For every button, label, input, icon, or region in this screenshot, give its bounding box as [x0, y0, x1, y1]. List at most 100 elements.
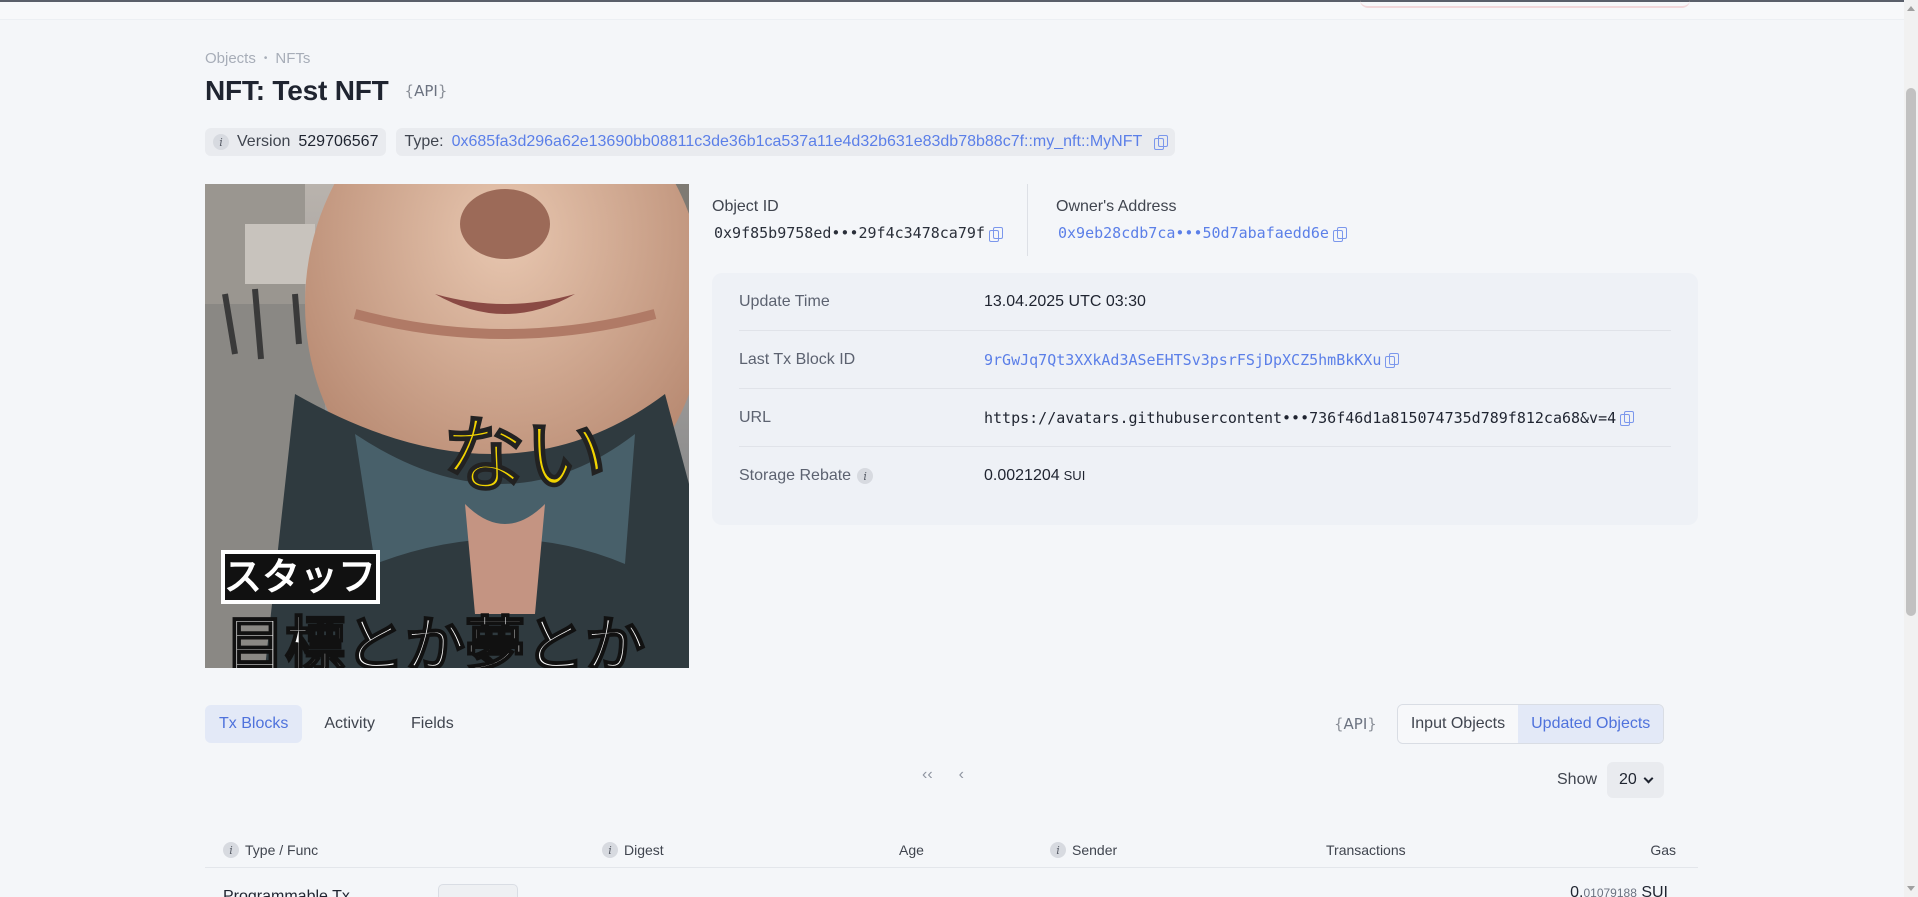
first-page-icon[interactable]: ‹‹ — [922, 766, 933, 784]
tabs: Tx Blocks Activity Fields — [205, 705, 468, 743]
title-row: NFT: Test NFT {API} — [205, 75, 447, 107]
object-summary: Object ID 0x9f85b9758ed•••29f4c3478ca79f… — [712, 184, 1347, 256]
info-icon[interactable]: i — [857, 468, 874, 484]
nft-image: ない スタッフ 目標とか夢とか — [205, 184, 689, 668]
storage-rebate-value: 0.0021204 — [984, 467, 1060, 484]
column-digest: i Digest — [602, 842, 664, 858]
row-gas: 0.01079188 SUI — [1570, 884, 1668, 897]
breadcrumb-nfts[interactable]: NFTs — [275, 50, 310, 67]
api-label: API — [1343, 715, 1368, 733]
chevron-down-icon — [1643, 773, 1654, 783]
copy-icon[interactable] — [1620, 411, 1635, 426]
detail-value: 0.0021204 SUI — [984, 467, 1085, 485]
url-value: https://avatars.githubusercontent•••736f… — [984, 408, 1617, 427]
copy-icon[interactable] — [1154, 135, 1169, 150]
nft-image-graphic: ない スタッフ 目標とか夢とか — [205, 184, 689, 668]
object-id-label: Object ID — [712, 198, 779, 215]
page-size-control: Show 20 — [1557, 762, 1664, 798]
owner-address-text[interactable]: 0x9eb28cdb7ca•••50d7abafaedd6e — [1058, 224, 1329, 242]
header-accent-bar — [1360, 0, 1690, 8]
image-caption-box: スタッフ — [224, 555, 376, 599]
breadcrumb: Objects • NFTs — [205, 50, 310, 67]
tab-fields[interactable]: Fields — [397, 705, 468, 743]
detail-label: Update Time — [739, 292, 830, 310]
page-title: NFT: Test NFT — [205, 75, 389, 106]
column-label: Gas — [1650, 842, 1676, 858]
row-gas-frac: 01079188 — [1583, 886, 1637, 897]
info-icon[interactable]: i — [1050, 842, 1066, 858]
column-sender: i Sender — [1050, 842, 1117, 858]
scroll-down-arrow-icon[interactable] — [1907, 886, 1915, 891]
column-age: Age — [899, 842, 924, 858]
copy-icon[interactable] — [1385, 353, 1400, 368]
object-id-cell: Object ID 0x9f85b9758ed•••29f4c3478ca79f — [712, 184, 1028, 256]
detail-value: https://avatars.githubusercontent•••736f… — [984, 408, 1635, 427]
owner-label: Owner's Address — [1056, 198, 1177, 215]
copy-icon[interactable] — [1332, 226, 1347, 242]
column-gas: Gas — [1650, 842, 1676, 858]
detail-row-url: URL https://avatars.githubusercontent•••… — [739, 389, 1671, 447]
last-tx-block-id[interactable]: 9rGwJq7Qt3XXkAd3ASeEHTSv3psrFSjDpXCZ5hmB… — [984, 351, 1381, 369]
table-row[interactable]: Programmable Tx 0.01079188 SUI — [205, 868, 1698, 897]
objects-toggle: Input Objects Updated Objects — [1396, 704, 1665, 744]
info-icon[interactable]: i — [213, 134, 229, 150]
right-controls: {API} Input Objects Updated Objects — [1334, 704, 1665, 744]
column-label: Age — [899, 842, 924, 858]
row-gas-unit: SUI — [1641, 884, 1668, 897]
version-label: Version — [237, 133, 291, 150]
table-header: i Type / Func i Digest Age i Sender Transac… — [205, 828, 1698, 868]
api-label: API — [414, 82, 438, 100]
breadcrumb-objects[interactable]: Objects — [205, 50, 256, 67]
info-icon[interactable]: i — [223, 842, 239, 858]
object-id-text: 0x9f85b9758ed•••29f4c3478ca79f — [714, 224, 985, 242]
version-value: 529706567 — [298, 133, 379, 150]
page-size-value: 20 — [1619, 771, 1637, 788]
meta-row: i Version 529706567 Type: 0x685fa3d296a6… — [205, 128, 1176, 156]
info-icon[interactable]: i — [602, 842, 618, 858]
scroll-up-arrow-icon[interactable] — [1907, 6, 1915, 11]
tab-activity[interactable]: Activity — [310, 705, 389, 743]
owner-address[interactable]: 0x9eb28cdb7ca•••50d7abafaedd6e — [1056, 224, 1347, 242]
toggle-input-objects[interactable]: Input Objects — [1397, 705, 1519, 743]
column-label: Sender — [1072, 842, 1118, 858]
show-label: Show — [1557, 771, 1598, 788]
type-label: Type: — [404, 133, 444, 150]
owner-cell: Owner's Address 0x9eb28cdb7ca•••50d7abaf… — [1028, 184, 1347, 256]
column-label: Transactions — [1326, 842, 1406, 858]
tab-tx-blocks[interactable]: Tx Blocks — [205, 705, 303, 743]
column-label: Digest — [624, 842, 664, 858]
detail-label: Storage Rebate — [739, 467, 852, 484]
detail-row-storage-rebate: Storage Rebate i 0.0021204 SUI — [739, 447, 1671, 505]
api-link[interactable]: {API} — [1334, 715, 1377, 733]
image-caption-bottom: 目標とか夢とか — [225, 611, 645, 668]
api-link[interactable]: {API} — [405, 82, 448, 100]
detail-label: URL — [739, 408, 772, 426]
type-chip: Type: 0x685fa3d296a62e13690bb08811c3de36… — [396, 128, 1176, 156]
row-gas-int: 0. — [1570, 884, 1584, 897]
vertical-scrollbar[interactable] — [1904, 0, 1918, 897]
storage-rebate-unit: SUI — [1063, 468, 1086, 483]
breadcrumb-separator: • — [263, 53, 268, 64]
type-value-link[interactable]: 0x685fa3d296a62e13690bb08811c3de36b1ca53… — [452, 133, 1143, 151]
detail-row-last-tx-block: Last Tx Block ID 9rGwJq7Qt3XXkAd3ASeEHTS… — [739, 331, 1671, 389]
version-chip: i Version 529706567 — [205, 128, 387, 156]
pagination: ‹‹ ‹ — [922, 766, 964, 784]
prev-page-icon[interactable]: ‹ — [959, 766, 964, 784]
detail-row-update-time: Update Time 13.04.2025 UTC 03:30 — [739, 273, 1671, 331]
detail-label-wrap: Storage Rebate i — [739, 467, 984, 485]
row-func-button[interactable] — [438, 884, 518, 897]
column-label: Type / Func — [245, 842, 319, 858]
detail-value: 13.04.2025 UTC 03:30 — [984, 292, 1146, 310]
scroll-thumb[interactable] — [1906, 88, 1916, 616]
image-caption-large: ない — [443, 409, 607, 504]
detail-card: Update Time 13.04.2025 UTC 03:30 Last Tx… — [712, 273, 1698, 525]
object-id-value: 0x9f85b9758ed•••29f4c3478ca79f — [712, 224, 1027, 242]
row-type: Programmable Tx — [223, 888, 350, 897]
column-type-func: i Type / Func — [223, 842, 318, 858]
detail-value-link[interactable]: 9rGwJq7Qt3XXkAd3ASeEHTSv3psrFSjDpXCZ5hmB… — [984, 351, 1400, 369]
page-size-select[interactable]: 20 — [1607, 762, 1664, 798]
toggle-updated-objects[interactable]: Updated Objects — [1518, 705, 1664, 743]
detail-label: Last Tx Block ID — [739, 350, 856, 368]
copy-icon[interactable] — [988, 226, 1003, 242]
column-transactions: Transactions — [1326, 842, 1406, 858]
